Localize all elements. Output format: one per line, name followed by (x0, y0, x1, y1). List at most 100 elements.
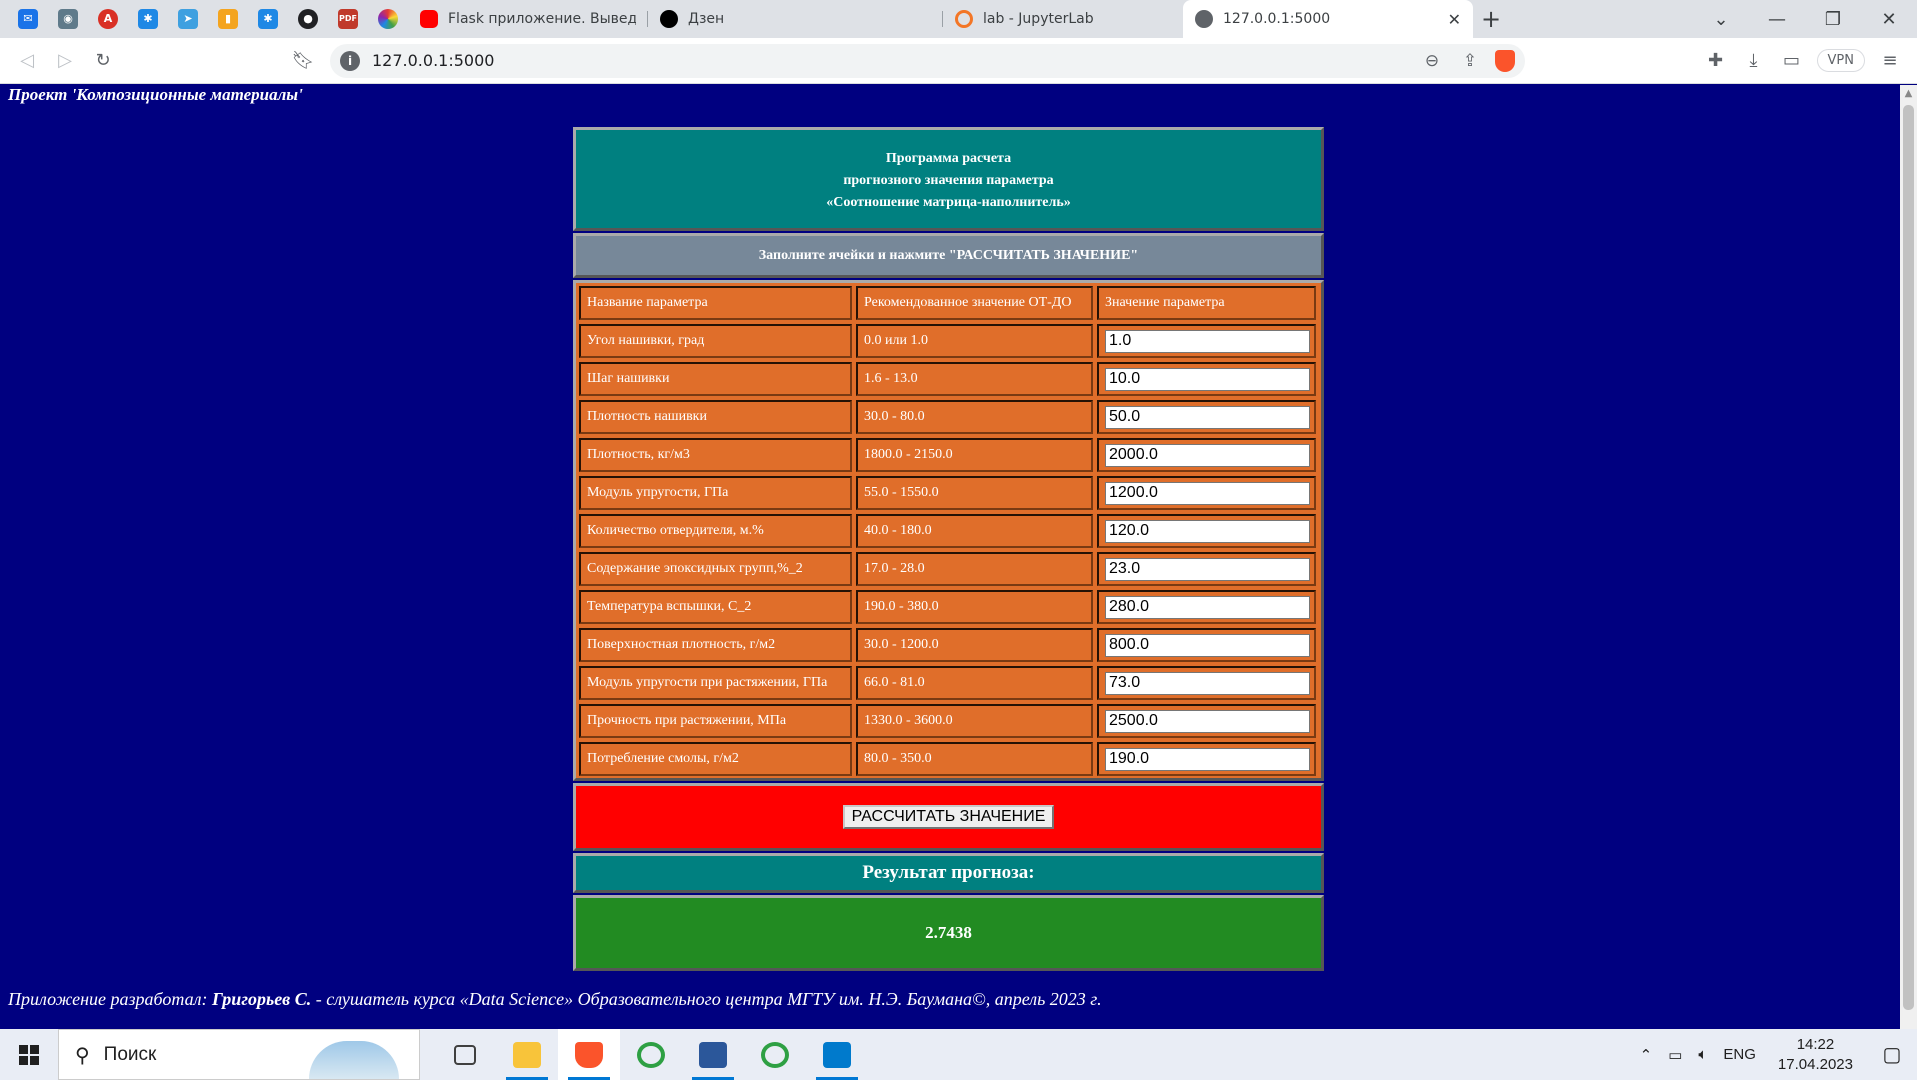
color-wheel-icon (378, 9, 398, 29)
param-value-input[interactable] (1105, 557, 1310, 581)
taskbar-app[interactable] (434, 1029, 496, 1080)
param-range: 40.0 - 180.0 (856, 514, 1093, 548)
header-line: прогнозного значения параметра (843, 173, 1054, 188)
param-value-cell (1097, 476, 1316, 510)
vpn-button[interactable]: VPN (1816, 49, 1865, 72)
brave-shields-icon[interactable] (1495, 49, 1515, 72)
word-icon (699, 1041, 727, 1068)
browser-tab[interactable]: Дзен (648, 0, 943, 38)
param-value-input[interactable] (1105, 671, 1310, 695)
minimize-icon[interactable]: — (1749, 0, 1805, 38)
search-placeholder: Поиск (103, 1043, 157, 1065)
pinned-tab[interactable]: ✱ (128, 0, 168, 38)
table-row: Содержание эпоксидных групп,%_2 17.0 - 28… (579, 552, 1318, 586)
back-button[interactable]: ◁ (8, 42, 46, 80)
menu-icon[interactable]: ≡ (1871, 42, 1909, 80)
scroll-up-icon[interactable]: ▲ (1900, 85, 1917, 102)
calculate-button[interactable]: РАССЧИТАТЬ ЗНАЧЕНИЕ (842, 805, 1055, 829)
youtube-icon (420, 10, 438, 28)
restore-icon[interactable]: ❐ (1805, 0, 1861, 38)
clock[interactable]: 14:22 17.04.2023 (1764, 1035, 1867, 1075)
param-value-input[interactable] (1105, 481, 1310, 505)
site-info-icon[interactable]: i (340, 50, 360, 71)
table-row: Угол нашивки, град 0.0 или 1.0 (579, 324, 1318, 358)
param-name: Поверхностная плотность, г/м2 (579, 628, 852, 662)
param-name: Плотность, кг/м3 (579, 438, 852, 472)
param-range: 190.0 - 380.0 (856, 590, 1093, 624)
downloads-icon[interactable]: ⤓ (1735, 42, 1773, 80)
param-value-input[interactable] (1105, 747, 1310, 771)
wallet-icon[interactable]: ▭ (1773, 42, 1811, 80)
param-value-input[interactable] (1105, 367, 1310, 391)
system-tray: ⌃ ▭ 🔈︎ ENG 14:22 17.04.2023 ▢ (1632, 1029, 1917, 1080)
reload-button[interactable]: ↻ (84, 42, 122, 80)
parameters-table: Название параметра Рекомендованное значе… (573, 280, 1324, 781)
param-range: 55.0 - 1550.0 (856, 476, 1093, 510)
page-scrollbar[interactable]: ▲ (1900, 85, 1917, 1029)
param-value-input[interactable] (1105, 709, 1310, 733)
result-value-panel: 2.7438 (573, 895, 1324, 971)
browser-toolbar: ◁ ▷ ↻ 🔖︎ i 127.0.0.1:5000 ⊖ ⇪ ✚ ⤓ ▭ VPN … (0, 38, 1917, 84)
scrollbar-thumb[interactable] (1903, 105, 1914, 1010)
taskbar-app[interactable] (806, 1029, 868, 1080)
result-value: 2.7438 (925, 923, 972, 942)
table-header-row: Название параметра Рекомендованное значе… (579, 286, 1318, 320)
param-value-input[interactable] (1105, 633, 1310, 657)
pinned-tab[interactable] (368, 0, 408, 38)
pinned-tab[interactable]: ● (288, 0, 328, 38)
param-value-input[interactable] (1105, 519, 1310, 543)
pinned-tab[interactable]: ◉ (48, 0, 88, 38)
taskbar-app[interactable] (682, 1029, 744, 1080)
table-row: Прочность при растяжении, МПа 1330.0 - 36… (579, 704, 1318, 738)
param-value-input[interactable] (1105, 405, 1310, 429)
pinned-tab[interactable]: PDF (328, 0, 368, 38)
close-tab-icon[interactable]: ✕ (1448, 10, 1461, 29)
param-value-cell (1097, 590, 1316, 624)
search-icon: ⚲ (75, 1042, 90, 1067)
taskbar-search[interactable]: ⚲ Поиск (58, 1029, 420, 1080)
github-icon: ● (298, 9, 318, 29)
param-value-input[interactable] (1105, 595, 1310, 619)
param-value-cell (1097, 362, 1316, 396)
start-button[interactable] (0, 1029, 58, 1080)
network-icon[interactable]: ▭ (1660, 1046, 1690, 1064)
zoom-icon[interactable]: ⊖ (1413, 51, 1451, 71)
bookmark-icon[interactable]: 🔖︎ (284, 42, 322, 80)
param-value-input[interactable] (1105, 329, 1310, 353)
tray-chevron-icon[interactable]: ⌃ (1632, 1046, 1661, 1064)
pinned-tab[interactable]: ✱ (248, 0, 288, 38)
param-name: Модуль упругости при растяжении, ГПа (579, 666, 852, 700)
browser-tab-active[interactable]: 127.0.0.1:5000 ✕ (1183, 0, 1473, 38)
volume-icon[interactable]: 🔈︎ (1690, 1046, 1715, 1063)
param-value-cell (1097, 666, 1316, 700)
new-tab-button[interactable]: + (1473, 0, 1509, 38)
pinned-tab[interactable]: ✉ (8, 0, 48, 38)
tab-search-icon[interactable]: ⌄ (1693, 0, 1749, 38)
notifications-icon[interactable]: ▢ (1867, 1042, 1917, 1067)
forward-button[interactable]: ▷ (46, 42, 84, 80)
taskbar-app[interactable] (496, 1029, 558, 1080)
param-name: Прочность при растяжении, МПа (579, 704, 852, 738)
submit-panel: РАССЧИТАТЬ ЗНАЧЕНИЕ (573, 783, 1324, 851)
pinned-tab[interactable]: ➤ (168, 0, 208, 38)
tab-title: Дзен (688, 11, 725, 27)
address-bar[interactable]: i 127.0.0.1:5000 ⊖ ⇪ (330, 43, 1525, 78)
taskbar-app[interactable] (744, 1029, 806, 1080)
column-header: Значение параметра (1097, 286, 1316, 320)
taskbar-app[interactable] (620, 1029, 682, 1080)
share-icon[interactable]: ⇪ (1451, 51, 1489, 71)
column-header: Рекомендованное значение ОТ-ДО (856, 286, 1093, 320)
footer-suffix: - слушатель курса «Data Science» Образов… (315, 989, 1102, 1009)
pinned-tab[interactable]: A (88, 0, 128, 38)
close-window-icon[interactable]: ✕ (1861, 0, 1917, 38)
result-label-panel: Результат прогноза: (573, 853, 1324, 893)
pinned-tab[interactable]: ▮ (208, 0, 248, 38)
extensions-icon[interactable]: ✚ (1697, 42, 1735, 80)
param-name: Содержание эпоксидных групп,%_2 (579, 552, 852, 586)
browser-tab[interactable]: lab - JupyterLab (943, 0, 1183, 38)
browser-tab[interactable]: Flask приложение. Выведение моде... (408, 0, 648, 38)
language-indicator[interactable]: ENG (1715, 1046, 1764, 1063)
star-app-icon: ✱ (258, 9, 278, 29)
taskbar-app[interactable] (558, 1029, 620, 1080)
param-value-input[interactable] (1105, 443, 1310, 467)
